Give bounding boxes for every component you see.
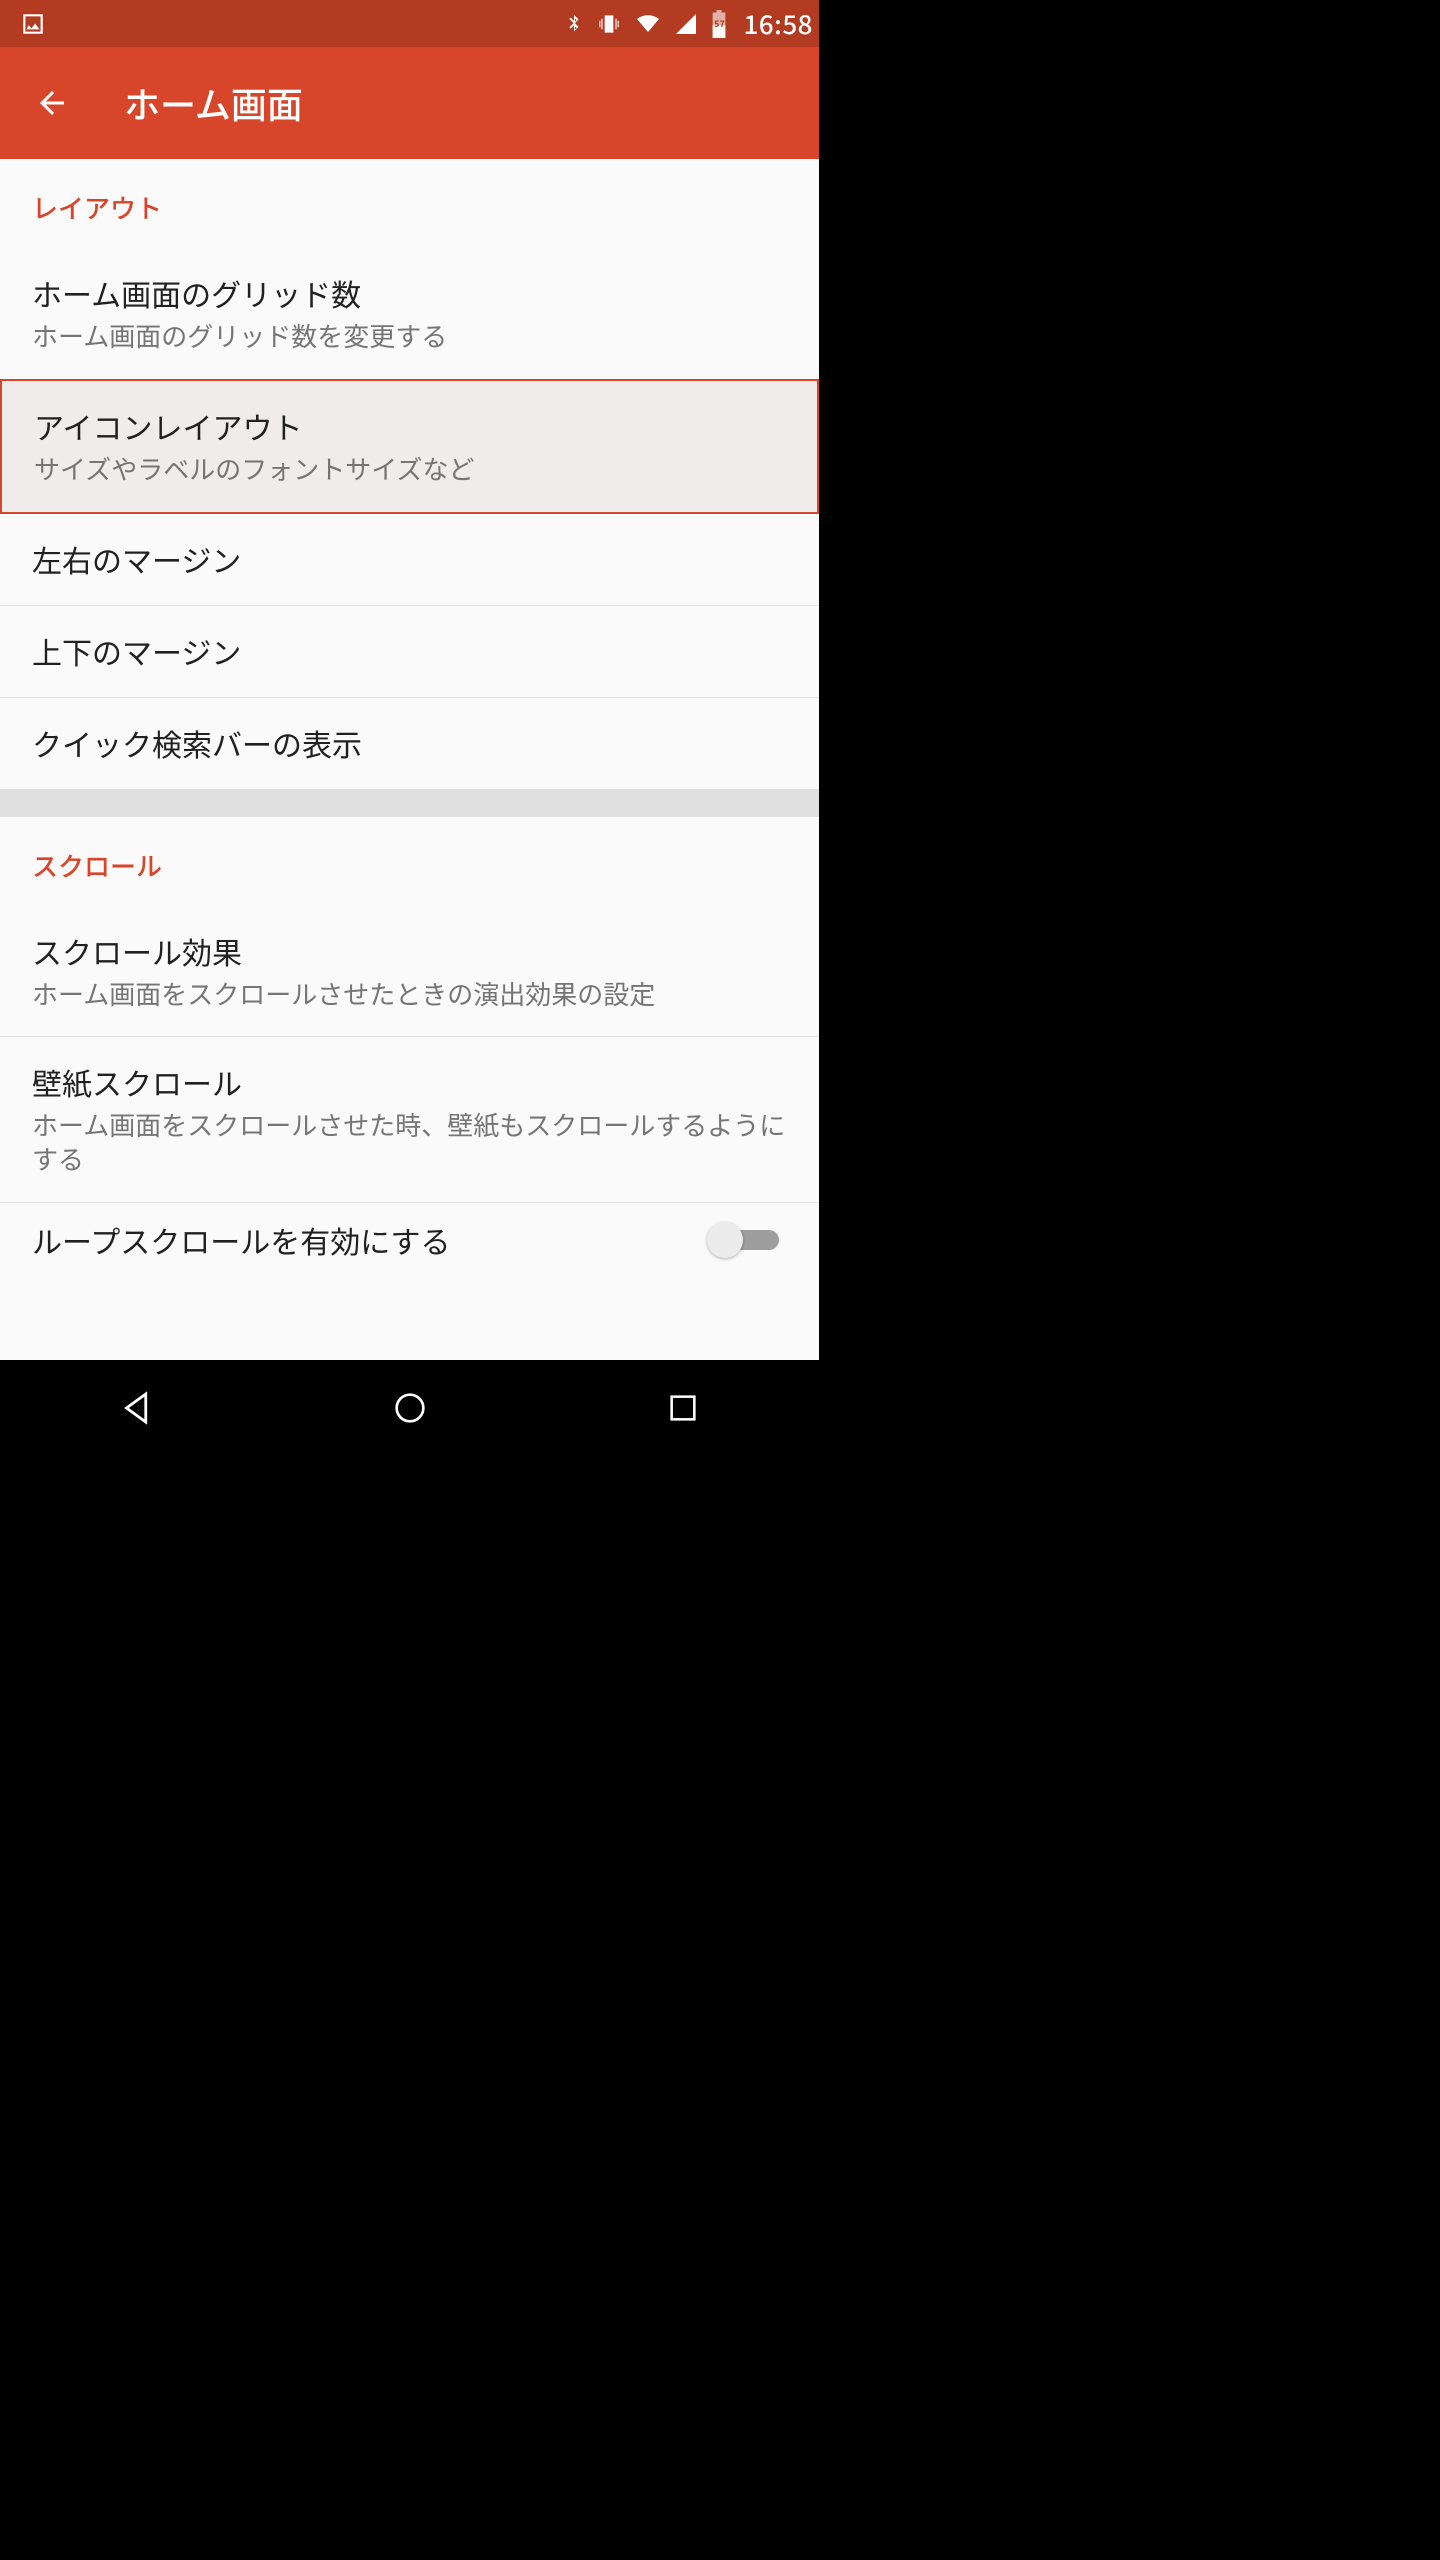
setting-horizontal-margin[interactable]: 左右のマージン: [0, 514, 819, 605]
nav-home-button[interactable]: [330, 1368, 490, 1448]
setting-icon-layout[interactable]: アイコンレイアウト サイズやラベルのフォントサイズなど: [0, 379, 819, 514]
setting-title: アイコンレイアウト: [34, 407, 785, 446]
cell-signal-icon: [673, 12, 699, 36]
back-button[interactable]: [16, 67, 88, 139]
bluetooth-icon: [563, 11, 585, 37]
vibrate-icon: [595, 11, 623, 37]
picture-icon: [20, 11, 46, 37]
setting-title: 上下のマージン: [32, 632, 787, 671]
battery-icon: 57: [709, 10, 729, 38]
section-header-layout: レイアウト: [0, 159, 819, 248]
setting-title: スクロール効果: [32, 932, 787, 971]
status-time: 16:58: [743, 5, 813, 42]
setting-loop-scroll[interactable]: ループスクロールを有効にする: [0, 1203, 819, 1260]
setting-title: 壁紙スクロール: [32, 1063, 787, 1102]
setting-vertical-margin[interactable]: 上下のマージン: [0, 606, 819, 697]
wifi-icon: [633, 12, 663, 36]
status-bar: 57 16:58: [0, 0, 819, 47]
nav-back-button[interactable]: [57, 1368, 217, 1448]
setting-quick-search-bar[interactable]: クイック検索バーの表示: [0, 698, 819, 789]
section-header-scroll: スクロール: [0, 817, 819, 906]
battery-badge: 57: [709, 17, 729, 30]
setting-title: ループスクロールを有効にする: [32, 1221, 451, 1260]
loop-scroll-toggle[interactable]: [707, 1222, 787, 1258]
page-title: ホーム画面: [124, 77, 303, 129]
setting-title: ホーム画面のグリッド数: [32, 274, 787, 313]
setting-title: クイック検索バーの表示: [32, 724, 787, 763]
setting-subtitle: ホーム画面をスクロールさせた時、壁紙もスクロールするようにする: [32, 1108, 787, 1176]
app-bar: ホーム画面: [0, 47, 819, 159]
navigation-bar: [0, 1360, 819, 1456]
setting-grid[interactable]: ホーム画面のグリッド数 ホーム画面のグリッド数を変更する: [0, 248, 819, 379]
setting-title: 左右のマージン: [32, 540, 787, 579]
setting-subtitle: ホーム画面をスクロールさせたときの演出効果の設定: [32, 977, 787, 1011]
section-gap: [0, 789, 819, 817]
setting-wallpaper-scroll[interactable]: 壁紙スクロール ホーム画面をスクロールさせた時、壁紙もスクロールするようにする: [0, 1037, 819, 1202]
setting-subtitle: サイズやラベルのフォントサイズなど: [34, 452, 785, 486]
setting-subtitle: ホーム画面のグリッド数を変更する: [32, 319, 787, 353]
settings-list: レイアウト ホーム画面のグリッド数 ホーム画面のグリッド数を変更する アイコンレ…: [0, 159, 819, 1360]
nav-recent-button[interactable]: [603, 1368, 763, 1448]
setting-scroll-effect[interactable]: スクロール効果 ホーム画面をスクロールさせたときの演出効果の設定: [0, 906, 819, 1037]
